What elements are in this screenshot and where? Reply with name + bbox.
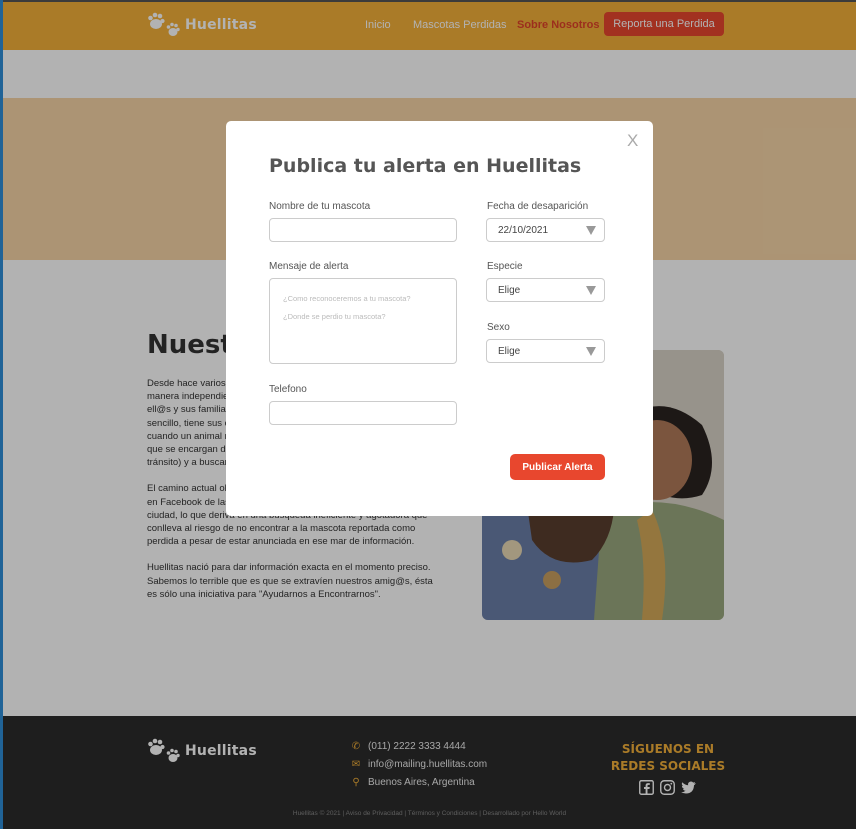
especie-value: Elige [498, 284, 521, 296]
caret-down-icon [586, 286, 596, 295]
nombre-label: Nombre de tu mascota [269, 201, 371, 212]
mensaje-textarea[interactable]: ¿Como reconoceremos a tu mascota? ¿Donde… [269, 278, 457, 364]
nombre-input[interactable] [269, 218, 457, 242]
especie-label: Especie [487, 261, 523, 272]
caret-down-icon [586, 226, 596, 235]
fecha-label: Fecha de desaparición [487, 201, 589, 212]
fecha-select[interactable]: 22/10/2021 [486, 218, 605, 242]
close-icon[interactable]: X [627, 131, 638, 151]
sexo-select[interactable]: Elige [486, 339, 605, 363]
telefono-label: Telefono [269, 384, 307, 395]
publish-alert-modal: X Publica tu alerta en Huellitas Nombre … [226, 121, 653, 516]
telefono-input[interactable] [269, 401, 457, 425]
fecha-value: 22/10/2021 [498, 224, 549, 236]
sexo-value: Elige [498, 345, 521, 357]
publicar-alerta-button[interactable]: Publicar Alerta [510, 454, 605, 480]
modal-title: Publica tu alerta en Huellitas [269, 155, 582, 177]
especie-select[interactable]: Elige [486, 278, 605, 302]
sexo-label: Sexo [487, 322, 510, 333]
mensaje-placeholder: ¿Donde se perdio tu mascota? [283, 312, 386, 321]
caret-down-icon [586, 347, 596, 356]
mensaje-placeholder: ¿Como reconoceremos a tu mascota? [283, 294, 411, 303]
mensaje-label: Mensaje de alerta [269, 261, 349, 272]
